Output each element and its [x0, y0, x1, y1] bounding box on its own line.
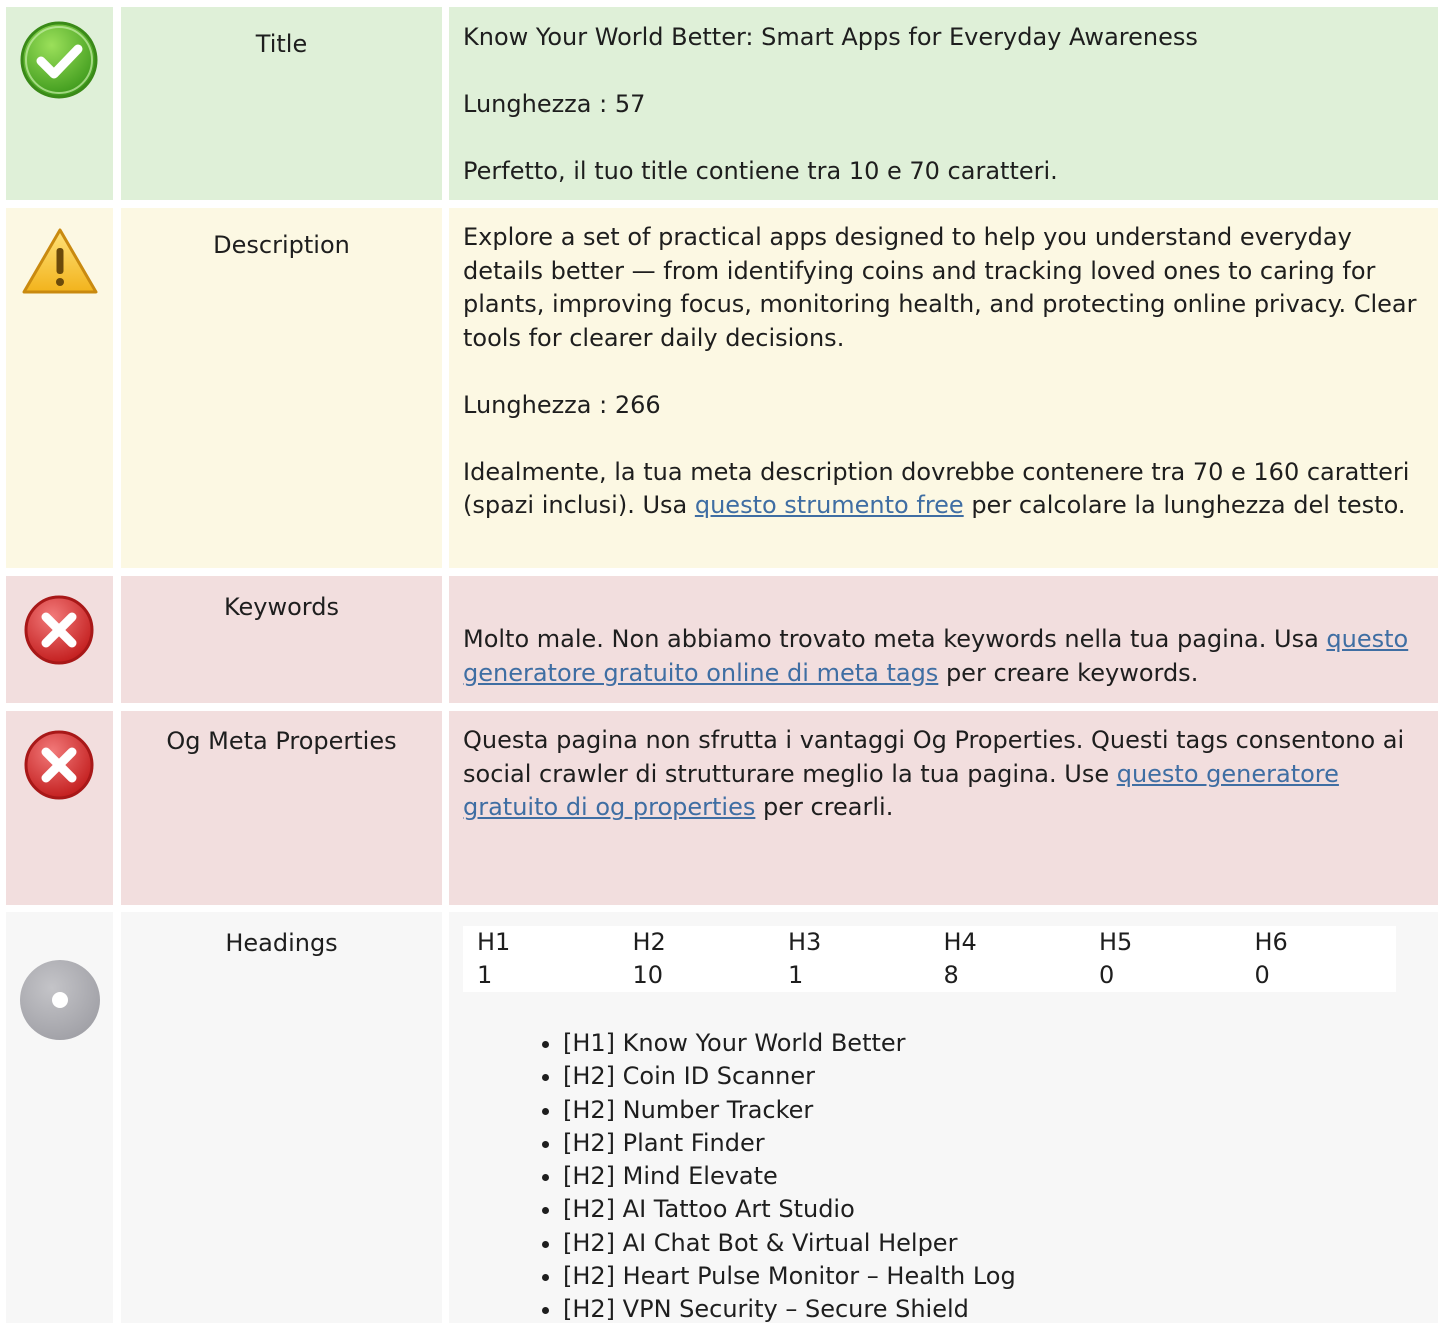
headings-col-h5: H5	[1099, 928, 1133, 956]
error-x-circle-icon	[24, 730, 94, 800]
keywords-message: Molto male. Non abbiamo trovato meta key…	[463, 623, 1424, 690]
list-item: [H2] Heart Pulse Monitor – Health Log	[563, 1260, 1424, 1293]
headings-count-h3: 1	[788, 961, 804, 989]
description-status-cell	[6, 208, 113, 568]
keywords-message-tail: per creare keywords.	[938, 658, 1199, 687]
title-status-cell	[6, 7, 113, 200]
title-row: Title Know Your World Better: Smart Apps…	[0, 7, 1446, 200]
list-item: [H2] Mind Elevate	[563, 1160, 1424, 1193]
headings-col-h2: H2	[632, 928, 666, 956]
headings-body: H1 H2 H3 H4 H5 H6 1 10 1 8 0 0 [H1] Know…	[449, 912, 1438, 1323]
headings-row: Headings H1 H2 H3 H4 H5 H6 1 10 1 8 0 0 …	[0, 912, 1446, 1323]
og-message: Questa pagina non sfrutta i vantaggi Og …	[463, 724, 1424, 825]
list-item: [H2] Plant Finder	[563, 1127, 1424, 1160]
description-row: Description Explore a set of practical a…	[0, 208, 1446, 568]
description-message: Idealmente, la tua meta description dovr…	[463, 456, 1424, 523]
headings-col-h3: H3	[788, 928, 822, 956]
headings-count-h6: 0	[1254, 961, 1270, 989]
error-x-circle-icon	[24, 595, 94, 665]
headings-col-h1: H1	[477, 928, 511, 956]
list-item: [H1] Know Your World Better	[563, 1027, 1424, 1060]
headings-col-h4: H4	[943, 928, 977, 956]
title-length: Lunghezza : 57	[463, 90, 646, 118]
headings-count-h4: 8	[943, 961, 959, 989]
keywords-label: Keywords	[121, 576, 442, 703]
headings-count-h1: 1	[477, 961, 493, 989]
title-value: Know Your World Better: Smart Apps for E…	[463, 23, 1198, 51]
list-item: [H2] Number Tracker	[563, 1094, 1424, 1127]
warning-triangle-icon	[22, 228, 98, 294]
og-body: Questa pagina non sfrutta i vantaggi Og …	[449, 711, 1438, 905]
check-circle-icon	[20, 21, 98, 99]
info-dot-circle-icon	[20, 960, 100, 1040]
headings-status-cell	[6, 912, 113, 1323]
og-meta-row: Og Meta Properties Questa pagina non sfr…	[0, 711, 1446, 905]
description-label: Description	[121, 208, 442, 568]
description-length: Lunghezza : 266	[463, 390, 661, 419]
og-label: Og Meta Properties	[121, 711, 442, 905]
headings-label: Headings	[121, 912, 442, 1323]
list-item: [H2] AI Chat Bot & Virtual Helper	[563, 1227, 1424, 1260]
keywords-row: Keywords Molto male. Non abbiamo trovato…	[0, 576, 1446, 703]
title-body: Know Your World Better: Smart Apps for E…	[449, 7, 1438, 200]
keywords-message-text: Molto male. Non abbiamo trovato meta key…	[463, 625, 1327, 653]
title-label: Title	[121, 7, 442, 200]
description-body: Explore a set of practical apps designed…	[449, 208, 1438, 568]
keywords-body: Molto male. Non abbiamo trovato meta key…	[449, 576, 1438, 703]
list-item: [H2] Coin ID Scanner	[563, 1060, 1424, 1093]
description-message-tail: per calcolare la lunghezza del testo.	[963, 491, 1406, 519]
description-tool-link[interactable]: questo strumento free	[695, 491, 964, 519]
headings-count-h2: 10	[632, 961, 664, 989]
headings-count-h5: 0	[1099, 961, 1115, 989]
og-message-tail: per crearli.	[755, 793, 894, 821]
og-status-cell	[6, 711, 113, 905]
keywords-status-cell	[6, 576, 113, 703]
headings-count-table: H1 H2 H3 H4 H5 H6 1 10 1 8 0 0	[463, 926, 1396, 992]
headings-list: [H1] Know Your World Better [H2] Coin ID…	[463, 1027, 1424, 1327]
headings-col-h6: H6	[1254, 928, 1288, 956]
list-item: [H2] AI Tattoo Art Studio	[563, 1193, 1424, 1226]
description-value: Explore a set of practical apps designed…	[463, 223, 1417, 352]
list-item: [H2] VPN Security – Secure Shield	[563, 1293, 1424, 1326]
title-message: Perfetto, il tuo title contiene tra 10 e…	[463, 157, 1058, 185]
